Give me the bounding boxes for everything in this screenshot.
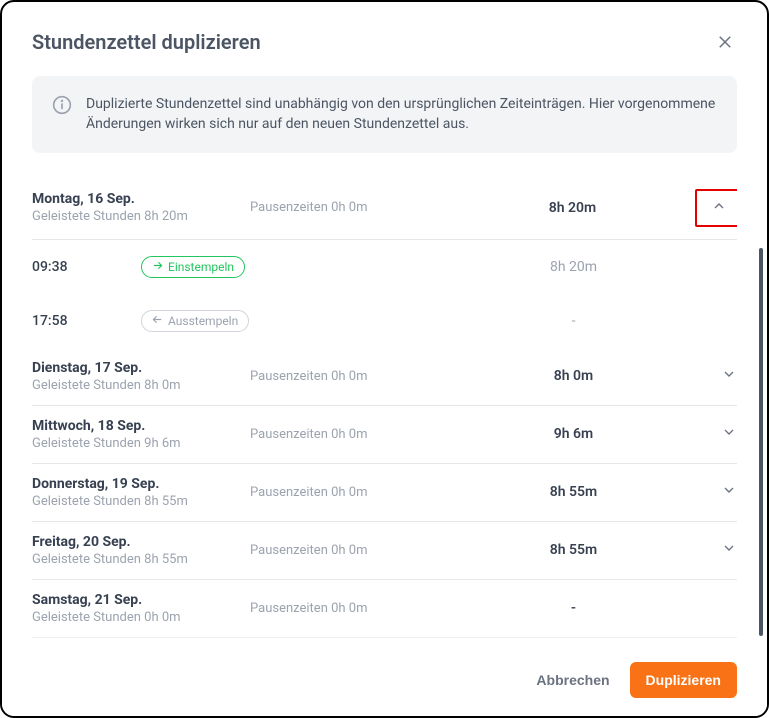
day-break: Pausenzeiten 0h 0m <box>250 601 450 616</box>
day-total: 8h 0m <box>450 368 697 384</box>
entry-duration: - <box>450 313 697 329</box>
day-toggle[interactable] <box>695 189 737 227</box>
day-info: Montag, 16 Sep. Geleistete Stunden 8h 20m <box>32 191 250 224</box>
entry-badge-col: Einstempeln <box>141 256 450 278</box>
chevron-down-icon <box>721 540 737 560</box>
day-worked: Geleistete Stunden 0h 0m <box>32 610 250 625</box>
entry-badge: Einstempeln <box>141 256 245 278</box>
day-name: Samstag, 21 Sep. <box>32 592 250 608</box>
day-info: Freitag, 20 Sep. Geleistete Stunden 8h 55… <box>32 534 250 567</box>
duplicate-timesheet-modal: Stundenzettel duplizieren Duplizierte St… <box>0 0 769 718</box>
duplicate-button[interactable]: Duplizieren <box>630 662 737 698</box>
info-text: Duplizierte Stundenzettel sind unabhängi… <box>86 94 717 135</box>
day-break: Pausenzeiten 0h 0m <box>250 543 450 558</box>
day-toggle[interactable] <box>697 366 737 386</box>
day-worked: Geleistete Stunden 8h 20m <box>32 209 250 224</box>
entry-badge-label: Einstempeln <box>168 260 234 274</box>
day-total: 8h 55m <box>450 484 697 500</box>
day-row[interactable]: Donnerstag, 19 Sep. Geleistete Stunden 8h… <box>32 464 737 522</box>
entry-badge-label: Ausstempeln <box>168 314 238 328</box>
entry-time: 17:58 <box>32 313 141 329</box>
day-list[interactable]: Montag, 16 Sep. Geleistete Stunden 8h 20m… <box>32 177 737 644</box>
day-info: Donnerstag, 19 Sep. Geleistete Stunden 8h… <box>32 476 250 509</box>
day-info: Dienstag, 17 Sep. Geleistete Stunden 8h 0… <box>32 360 250 393</box>
close-button[interactable] <box>713 30 737 54</box>
modal-footer: Abbrechen Duplizieren <box>2 644 767 716</box>
day-row[interactable]: Dienstag, 17 Sep. Geleistete Stunden 8h 0… <box>32 348 737 406</box>
chevron-down-icon <box>721 482 737 502</box>
day-info: Mittwoch, 18 Sep. Geleistete Stunden 9h 6… <box>32 418 250 451</box>
entry-duration: 8h 20m <box>450 259 697 275</box>
day-break: Pausenzeiten 0h 0m <box>250 427 450 442</box>
info-icon <box>52 95 72 115</box>
day-row[interactable]: Samstag, 21 Sep. Geleistete Stunden 0h 0m… <box>32 580 737 638</box>
time-entry-row: 17:58 Ausstempeln - <box>32 294 737 348</box>
clock-in-icon <box>152 260 163 274</box>
day-total: 8h 55m <box>450 542 697 558</box>
day-worked: Geleistete Stunden 8h 0m <box>32 378 250 393</box>
day-total: 9h 6m <box>450 426 697 442</box>
day-name: Donnerstag, 19 Sep. <box>32 476 250 492</box>
time-entry-row: 09:38 Einstempeln 8h 20m <box>32 240 737 294</box>
day-name: Freitag, 20 Sep. <box>32 534 250 550</box>
entry-time: 09:38 <box>32 259 141 275</box>
close-icon <box>716 33 734 51</box>
chevron-down-icon <box>721 366 737 386</box>
day-break: Pausenzeiten 0h 0m <box>250 369 450 384</box>
modal-header: Stundenzettel duplizieren <box>32 30 737 54</box>
entry-badge-col: Ausstempeln <box>141 310 450 332</box>
day-break: Pausenzeiten 0h 0m <box>250 485 450 500</box>
entry-badge: Ausstempeln <box>141 310 249 332</box>
info-banner: Duplizierte Stundenzettel sind unabhängi… <box>32 76 737 153</box>
day-name: Mittwoch, 18 Sep. <box>32 418 250 434</box>
day-row[interactable]: Mittwoch, 18 Sep. Geleistete Stunden 9h 6… <box>32 406 737 464</box>
clock-out-icon <box>152 314 163 328</box>
day-row[interactable]: Freitag, 20 Sep. Geleistete Stunden 8h 55… <box>32 522 737 580</box>
cancel-button[interactable]: Abbrechen <box>530 664 615 696</box>
modal-content: Stundenzettel duplizieren Duplizierte St… <box>2 2 767 644</box>
chevron-down-icon <box>721 424 737 444</box>
day-total: - <box>450 600 697 616</box>
day-toggle[interactable] <box>697 424 737 444</box>
chevron-up-icon <box>711 198 727 218</box>
day-total: 8h 20m <box>450 200 695 216</box>
day-break: Pausenzeiten 0h 0m <box>250 200 450 215</box>
toggle-highlight <box>695 189 737 227</box>
day-worked: Geleistete Stunden 8h 55m <box>32 552 250 567</box>
day-toggle[interactable] <box>697 482 737 502</box>
modal-title: Stundenzettel duplizieren <box>32 30 261 54</box>
day-name: Dienstag, 17 Sep. <box>32 360 250 376</box>
day-name: Montag, 16 Sep. <box>32 191 250 207</box>
scrollbar-thumb[interactable] <box>759 248 763 636</box>
day-worked: Geleistete Stunden 8h 55m <box>32 494 250 509</box>
day-info: Samstag, 21 Sep. Geleistete Stunden 0h 0m <box>32 592 250 625</box>
day-row[interactable]: Montag, 16 Sep. Geleistete Stunden 8h 20m… <box>32 177 737 240</box>
day-toggle[interactable] <box>697 540 737 560</box>
day-worked: Geleistete Stunden 9h 6m <box>32 436 250 451</box>
